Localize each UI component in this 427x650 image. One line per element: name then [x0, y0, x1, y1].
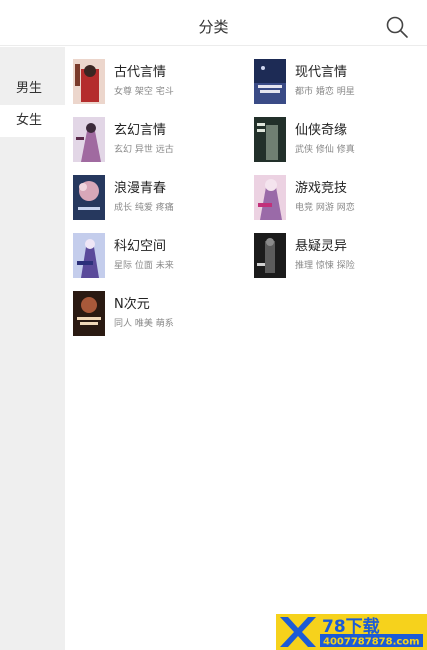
category-tags: 都市 婚恋 明星 [295, 87, 355, 97]
sidebar-item-male[interactable]: 男生 [0, 73, 65, 105]
watermark-url: 4007787878.com [323, 637, 420, 648]
category-tags: 玄幻 异世 远古 [114, 145, 174, 155]
book-cover-image [73, 175, 105, 220]
category-name: N次元 [114, 297, 150, 312]
category-name: 仙侠奇缘 [295, 123, 348, 138]
category-tags: 星际 位面 未来 [114, 261, 174, 271]
category-name: 游戏竞技 [295, 181, 348, 196]
category-tags: 武侠 修仙 修真 [295, 145, 355, 155]
category-youxi-jingji[interactable]: 游戏竞技 电竞 网游 网恋 [254, 175, 424, 225]
sidebar: 男生 女生 [0, 47, 65, 650]
book-cover-image [73, 59, 105, 104]
header: 分类 [0, 6, 427, 46]
category-tags: 推理 惊悚 探险 [295, 261, 355, 271]
category-name: 古代言情 [114, 65, 167, 80]
sidebar-item-female[interactable]: 女生 [0, 105, 65, 137]
book-cover-image [254, 59, 286, 104]
category-xuanhuan-yanqing[interactable]: 玄幻言情 玄幻 异世 远古 [73, 117, 243, 167]
category-name: 科幻空间 [114, 239, 167, 254]
category-langman-qingchun[interactable]: 浪漫青春 成长 纯爱 疼痛 [73, 175, 243, 225]
page-title: 分类 [198, 18, 229, 36]
category-name: 现代言情 [295, 65, 348, 80]
category-name: 悬疑灵异 [295, 239, 348, 254]
category-name: 玄幻言情 [114, 123, 167, 138]
category-kehuan-kongjian[interactable]: 科幻空间 星际 位面 未来 [73, 233, 243, 283]
category-gudai-yanqing[interactable]: 古代言情 女尊 架空 宅斗 [73, 59, 243, 109]
category-tags: 电竞 网游 网恋 [295, 203, 355, 213]
category-n-ciyuan[interactable]: N次元 同人 唯美 萌系 [73, 291, 243, 341]
book-cover-image [254, 233, 286, 278]
category-name: 浪漫青春 [114, 181, 167, 196]
book-cover-image [73, 233, 105, 278]
book-cover-image [73, 291, 105, 336]
category-tags: 女尊 架空 宅斗 [114, 87, 174, 97]
category-tags: 成长 纯爱 疼痛 [114, 203, 174, 213]
category-tags: 同人 唯美 萌系 [114, 319, 174, 329]
category-xiandai-yanqing[interactable]: 现代言情 都市 婚恋 明星 [254, 59, 424, 109]
book-cover-image [254, 117, 286, 162]
watermark-logo: 78下载4007787878.com [276, 614, 427, 650]
category-xuanyi-lingyi[interactable]: 悬疑灵异 推理 惊悚 探险 [254, 233, 424, 283]
watermark-title: 78下载 [322, 616, 380, 637]
category-xianxia-qiyuan[interactable]: 仙侠奇缘 武侠 修仙 修真 [254, 117, 424, 167]
search-icon[interactable] [385, 15, 409, 39]
book-cover-image [73, 117, 105, 162]
book-cover-image [254, 175, 286, 220]
